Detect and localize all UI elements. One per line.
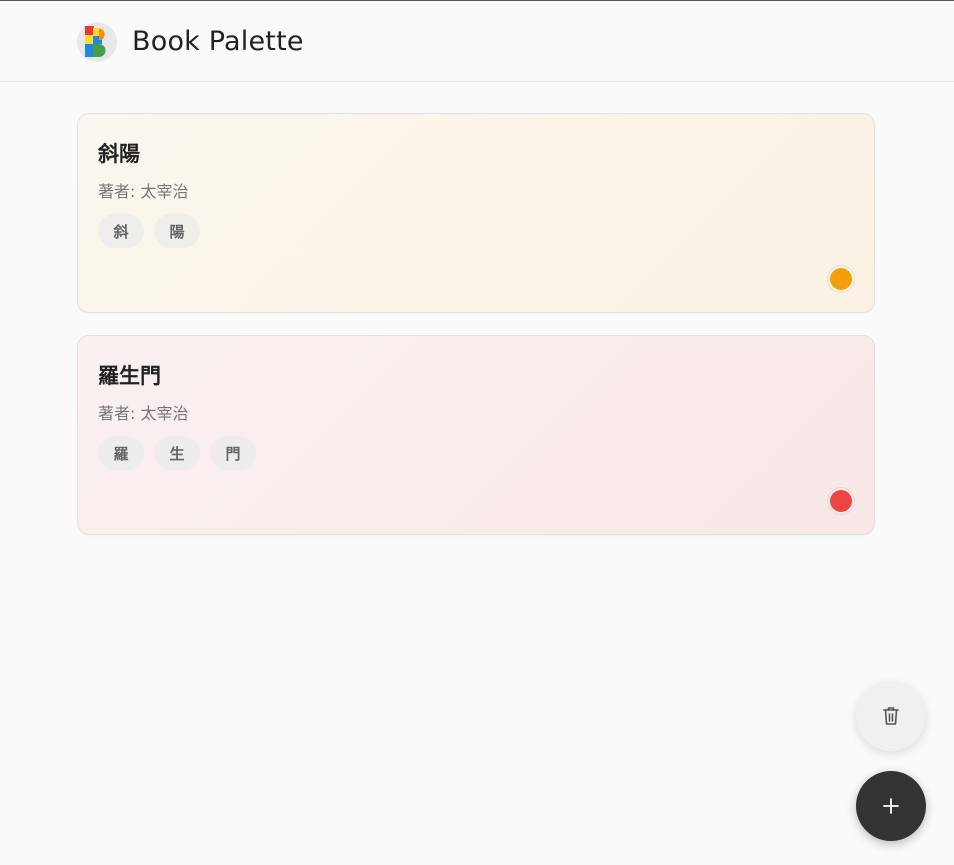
book-card[interactable]: 斜陽 著者: 太宰治 斜 陽 <box>77 113 875 313</box>
character-chips: 羅 生 門 <box>98 436 256 470</box>
app-header: Book Palette <box>0 1 954 82</box>
plus-icon <box>883 798 899 814</box>
character-chip[interactable]: 門 <box>210 436 256 470</box>
book-card[interactable]: 羅生門 著者: 太宰治 羅 生 門 <box>77 335 875 535</box>
color-swatch[interactable] <box>828 488 854 514</box>
book-author: 著者: 太宰治 <box>98 182 189 201</box>
character-chip[interactable]: 羅 <box>98 436 144 470</box>
app-title: Book Palette <box>132 26 304 57</box>
book-author: 著者: 太宰治 <box>98 404 189 423</box>
character-chips: 斜 陽 <box>98 214 200 248</box>
add-button[interactable] <box>856 771 926 841</box>
character-chip[interactable]: 生 <box>154 436 200 470</box>
trash-icon <box>883 707 899 725</box>
delete-button[interactable] <box>856 681 926 751</box>
book-palette-logo-icon <box>77 22 117 62</box>
character-chip[interactable]: 斜 <box>98 214 144 248</box>
book-title: 斜陽 <box>98 142 140 166</box>
character-chip[interactable]: 陽 <box>154 214 200 248</box>
book-title: 羅生門 <box>98 364 161 388</box>
color-swatch[interactable] <box>828 266 854 292</box>
